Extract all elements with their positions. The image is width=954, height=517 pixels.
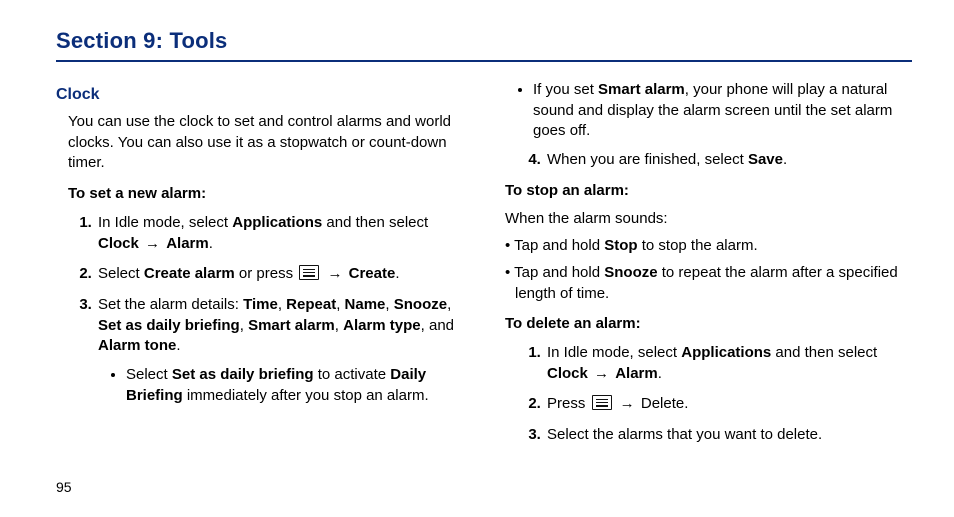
step-3-snooze: Snooze: [394, 296, 447, 313]
step-3: Set the alarm details: Time, Repeat, Nam…: [96, 295, 463, 406]
step-2-text-b: or press: [235, 265, 298, 282]
arrow-icon: →: [321, 265, 348, 282]
clock-heading: Clock: [56, 84, 463, 106]
step-3-sub-bullets: Select Set as daily briefing to activate…: [112, 365, 463, 406]
step-3-alarm-tone: Alarm tone: [98, 337, 176, 354]
set-alarm-label: To set a new alarm:: [68, 184, 463, 205]
step-3-daily-briefing: Set as daily briefing: [98, 317, 240, 334]
delete-step-1-alarm: Alarm: [615, 365, 658, 382]
stop-bullet-1: Tap and hold Stop to stop the alarm.: [505, 236, 912, 257]
step-3-alarm-type: Alarm type: [343, 317, 421, 334]
step-3-sub-set-daily: Set as daily briefing: [172, 366, 314, 383]
step-4-save: Save: [748, 151, 783, 168]
step-1-applications: Applications: [232, 214, 322, 231]
delete-step-2: Press → Delete.: [545, 394, 912, 415]
delete-step-2-delete: Delete.: [641, 395, 689, 412]
stop-bullet-stop: Stop: [604, 237, 637, 254]
step-1-text-a: In Idle mode, select: [98, 214, 232, 231]
step-1-end: .: [209, 235, 213, 252]
step-1-clock: Clock: [98, 235, 139, 252]
step-2-end: .: [395, 265, 399, 282]
step-3-name: Name: [345, 296, 386, 313]
step-3-text-a: Set the alarm details:: [98, 296, 243, 313]
step-3-smart-alarm: Smart alarm: [248, 317, 335, 334]
stop-alarm-intro: When the alarm sounds:: [505, 209, 912, 230]
step-1: In Idle mode, select Applications and th…: [96, 213, 463, 254]
menu-icon: [299, 265, 319, 280]
step-3-sub-smart-alarm: Smart alarm: [598, 81, 685, 98]
stop-alarm-bullets: Tap and hold Stop to stop the alarm. Tap…: [505, 236, 912, 304]
arrow-icon: →: [588, 365, 615, 382]
step-4: When you are finished, select Save.: [545, 150, 912, 171]
delete-step-3: Select the alarms that you want to delet…: [545, 425, 912, 446]
step-3-sub-2: If you set Smart alarm, your phone will …: [533, 80, 912, 142]
stop-alarm-label: To stop an alarm:: [505, 181, 912, 202]
step-1-alarm: Alarm: [166, 235, 209, 252]
delete-step-1-apps: Applications: [681, 344, 771, 361]
arrow-icon: →: [614, 395, 641, 412]
clock-intro: You can use the clock to set and control…: [68, 112, 463, 174]
step-1-text-b: and then select: [322, 214, 428, 231]
set-alarm-steps: In Idle mode, select Applications and th…: [78, 213, 463, 407]
step-2-text-a: Select: [98, 265, 144, 282]
page-number: 95: [56, 479, 72, 495]
delete-alarm-label: To delete an alarm:: [505, 314, 912, 335]
menu-icon: [592, 395, 612, 410]
section-rule: [56, 60, 912, 62]
step-2: Select Create alarm or press → Create.: [96, 264, 463, 285]
delete-step-1-clock: Clock: [547, 365, 588, 382]
step-3-sub-1: Select Set as daily briefing to activate…: [126, 365, 463, 406]
step-2-create-alarm: Create alarm: [144, 265, 235, 282]
delete-alarm-steps: In Idle mode, select Applications and th…: [527, 343, 912, 446]
column-left: Clock You can use the clock to set and c…: [56, 80, 463, 456]
set-alarm-steps-cont: When you are finished, select Save.: [527, 150, 912, 171]
step-2-create: Create: [349, 265, 396, 282]
columns: Clock You can use the clock to set and c…: [56, 80, 912, 456]
step-3-time: Time: [243, 296, 278, 313]
delete-step-1: In Idle mode, select Applications and th…: [545, 343, 912, 384]
arrow-icon: →: [139, 235, 166, 252]
page: Section 9: Tools Clock You can use the c…: [0, 0, 954, 517]
section-title: Section 9: Tools: [56, 28, 912, 54]
column-right: If you set Smart alarm, your phone will …: [505, 80, 912, 456]
stop-bullet-snooze: Snooze: [604, 264, 657, 281]
step-3-repeat: Repeat: [286, 296, 336, 313]
step-3-sub-bullets-cont: If you set Smart alarm, your phone will …: [519, 80, 912, 142]
stop-bullet-2: Tap and hold Snooze to repeat the alarm …: [505, 263, 912, 304]
